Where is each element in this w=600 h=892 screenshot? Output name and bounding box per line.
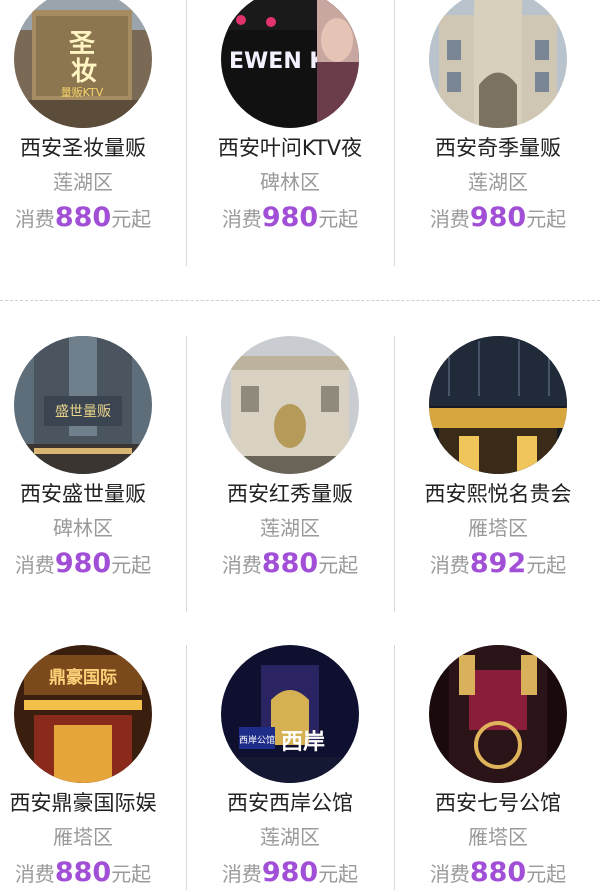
venue-district: 碑林区 xyxy=(260,170,320,194)
venue-district: 雁塔区 xyxy=(468,516,528,540)
column-divider xyxy=(186,645,187,890)
sign-sub-text: 量贩KTV xyxy=(61,86,104,99)
price-suffix: 元起 xyxy=(111,553,152,577)
venue-photo: EWEN KT xyxy=(221,0,359,128)
price-prefix: 消费 xyxy=(221,207,262,231)
venue-photo xyxy=(429,336,567,474)
column-divider xyxy=(394,0,395,266)
price-suffix: 元起 xyxy=(318,862,359,886)
price-value: 880 xyxy=(469,857,527,888)
venue-card[interactable]: 西安奇季量贩 莲湖区 消费980元起 xyxy=(405,0,591,236)
price-value: 892 xyxy=(469,548,527,579)
venue-card[interactable]: EWEN KT 西安叶问KTV夜 碑林区 消费980元起 xyxy=(197,0,383,236)
sign-text: 盛世量贩 xyxy=(55,404,111,420)
price-prefix: 消费 xyxy=(429,862,470,886)
venue-card[interactable]: 鼎豪国际 西安鼎豪国际娱 雁塔区 消费880元起 xyxy=(0,645,176,891)
price-suffix: 元起 xyxy=(526,553,567,577)
venue-photo: 盛世量贩 xyxy=(14,336,152,474)
price-suffix: 元起 xyxy=(526,207,567,231)
price-prefix: 消费 xyxy=(221,553,262,577)
row-divider xyxy=(0,300,600,301)
column-divider xyxy=(394,336,395,612)
price-suffix: 元起 xyxy=(318,207,359,231)
venue-photo xyxy=(221,336,359,474)
venue-price: 消费980元起 xyxy=(197,855,383,891)
column-divider xyxy=(186,0,187,266)
venue-district: 碑林区 xyxy=(53,516,113,540)
sign-sub-text: 西岸公馆 xyxy=(239,734,275,746)
venue-price: 消费880元起 xyxy=(0,200,176,236)
price-value: 980 xyxy=(469,202,527,233)
venue-name: 西安熙悦名贵会 xyxy=(424,482,572,506)
price-prefix: 消费 xyxy=(14,553,55,577)
venue-grid: 圣 妆 量贩KTV 西安圣妆量贩 莲湖区 消费880元起 EWEN KT 西安叶… xyxy=(0,0,600,890)
venue-name: 西安叶问KTV夜 xyxy=(217,136,363,160)
price-value: 980 xyxy=(54,548,112,579)
venue-district: 莲湖区 xyxy=(260,825,320,849)
venue-photo: 圣 妆 量贩KTV xyxy=(14,0,152,128)
venue-photo xyxy=(429,0,567,128)
price-suffix: 元起 xyxy=(526,862,567,886)
price-value: 980 xyxy=(261,202,319,233)
venue-card[interactable]: 西安熙悦名贵会 雁塔区 消费892元起 xyxy=(405,336,591,582)
venue-card[interactable]: 西岸公馆 西岸 西安西岸公馆 莲湖区 消费980元起 xyxy=(197,645,383,891)
svg-text:妆: 妆 xyxy=(71,57,97,87)
venue-name: 西安鼎豪国际娱 xyxy=(9,791,157,815)
venue-name: 西安圣妆量贩 xyxy=(20,136,146,160)
venue-district: 莲湖区 xyxy=(468,170,528,194)
sign-text: 西岸 xyxy=(281,730,325,755)
venue-price: 消费880元起 xyxy=(0,855,176,891)
price-value: 980 xyxy=(261,857,319,888)
price-prefix: 消费 xyxy=(429,553,470,577)
svg-text:圣: 圣 xyxy=(69,29,96,59)
venue-district: 莲湖区 xyxy=(53,170,113,194)
venue-card[interactable]: 西安七号公馆 雁塔区 消费880元起 xyxy=(405,645,591,891)
venue-district: 雁塔区 xyxy=(53,825,113,849)
venue-price: 消费980元起 xyxy=(0,546,176,582)
column-divider xyxy=(186,336,187,612)
price-prefix: 消费 xyxy=(14,862,55,886)
venue-district: 莲湖区 xyxy=(260,516,320,540)
venue-photo: 西岸公馆 西岸 xyxy=(221,645,359,783)
venue-price: 消费880元起 xyxy=(405,855,591,891)
venue-price: 消费980元起 xyxy=(405,200,591,236)
price-value: 880 xyxy=(54,857,112,888)
price-value: 880 xyxy=(261,548,319,579)
sign-text: 鼎豪国际 xyxy=(49,667,117,688)
venue-card[interactable]: 西安红秀量贩 莲湖区 消费880元起 xyxy=(197,336,383,582)
venue-card[interactable]: 盛世量贩 西安盛世量贩 碑林区 消费980元起 xyxy=(0,336,176,582)
venue-price: 消费980元起 xyxy=(197,200,383,236)
venue-name: 西安奇季量贩 xyxy=(435,136,561,160)
venue-price: 消费880元起 xyxy=(197,546,383,582)
price-suffix: 元起 xyxy=(111,862,152,886)
venue-price: 消费892元起 xyxy=(405,546,591,582)
venue-name: 西安七号公馆 xyxy=(435,791,561,815)
venue-district: 雁塔区 xyxy=(468,825,528,849)
column-divider xyxy=(394,645,395,890)
venue-name: 西安西岸公馆 xyxy=(227,791,353,815)
price-prefix: 消费 xyxy=(429,207,470,231)
venue-name: 西安红秀量贩 xyxy=(227,482,353,506)
venue-card[interactable]: 圣 妆 量贩KTV 西安圣妆量贩 莲湖区 消费880元起 xyxy=(0,0,176,236)
price-suffix: 元起 xyxy=(111,207,152,231)
price-prefix: 消费 xyxy=(14,207,55,231)
price-suffix: 元起 xyxy=(318,553,359,577)
price-value: 880 xyxy=(54,202,112,233)
venue-photo: 鼎豪国际 xyxy=(14,645,152,783)
venue-photo xyxy=(429,645,567,783)
venue-name: 西安盛世量贩 xyxy=(20,482,146,506)
price-prefix: 消费 xyxy=(221,862,262,886)
